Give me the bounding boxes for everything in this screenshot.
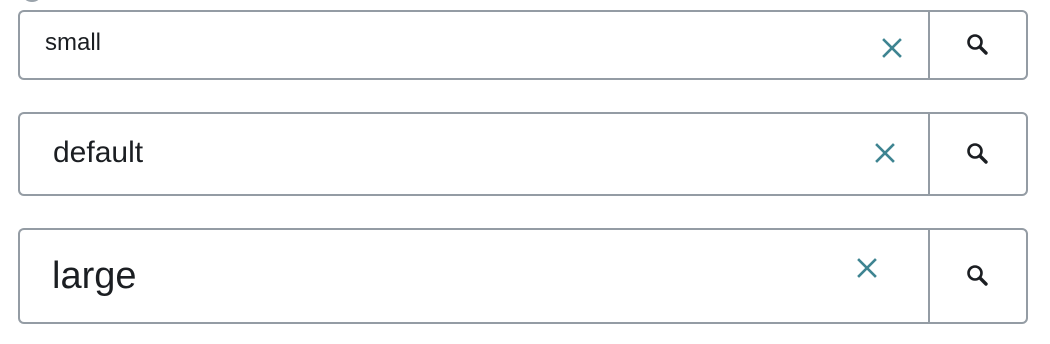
clear-button-small[interactable] (880, 36, 904, 60)
close-icon (875, 143, 895, 163)
radio-ring (21, 0, 43, 2)
search-icon (967, 143, 988, 164)
close-icon (857, 258, 877, 278)
clear-button-default[interactable] (873, 141, 897, 165)
search-field-large (18, 228, 928, 324)
search-button-default[interactable] (928, 112, 1028, 196)
search-input-default[interactable] (20, 136, 928, 170)
search-button-small[interactable] (928, 10, 1028, 80)
clipped-radio-icon (18, 0, 48, 4)
search-button-large[interactable] (928, 228, 1028, 324)
clear-button-large[interactable] (855, 256, 879, 280)
search-group-small (18, 10, 1028, 80)
close-icon (882, 38, 902, 58)
search-sizes-page (0, 0, 1050, 344)
search-input-large[interactable] (20, 254, 928, 298)
search-group-large (18, 228, 1028, 324)
search-field-default (18, 112, 928, 196)
search-group-default (18, 112, 1028, 196)
search-icon (967, 34, 988, 55)
search-icon (967, 265, 988, 286)
search-input-small[interactable] (20, 29, 928, 57)
search-field-small (18, 10, 928, 80)
